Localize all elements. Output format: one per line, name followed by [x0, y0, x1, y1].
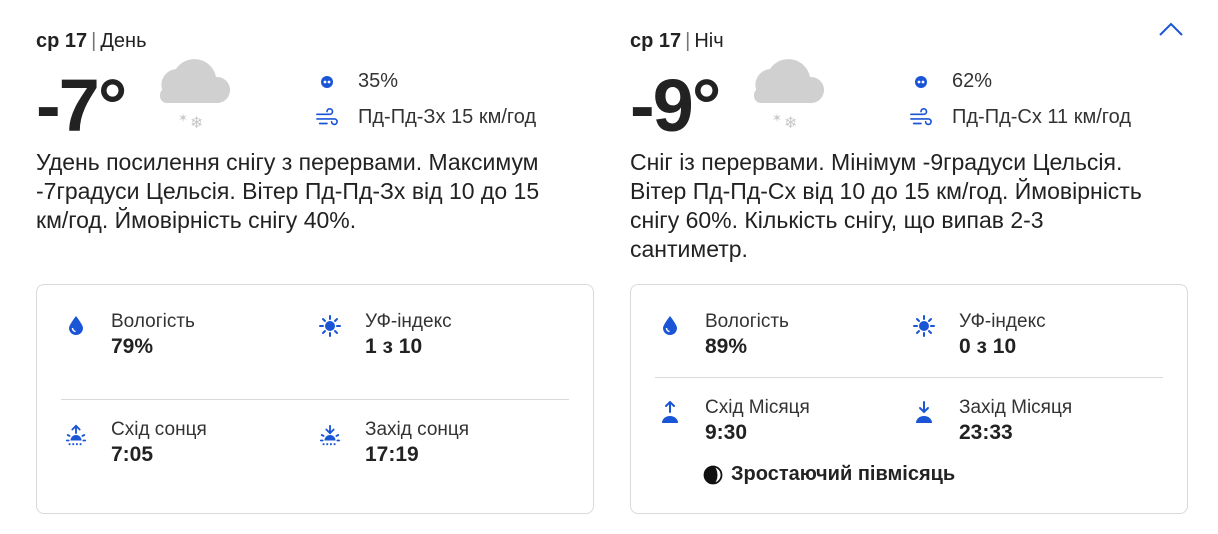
day-temperature: -7° [36, 64, 127, 147]
sunset-icon [319, 423, 341, 447]
night-wind: Пд-Пд-Сх 11 км/год [910, 106, 1131, 129]
cloud-snow-icon: ✶ ❄ [754, 59, 825, 132]
svg-text:✶: ✶ [772, 111, 782, 125]
svg-text:✶: ✶ [178, 111, 188, 125]
night-date: ср 17 [630, 30, 682, 52]
sunrise-icon [65, 423, 87, 447]
moonrise-value: 9:30 [705, 421, 748, 444]
precipitation-icon [316, 71, 338, 93]
night-moonset: Захід Місяця 23:33 [913, 397, 1072, 447]
night-details-card: Вологість 89% УФ-індекс 0 з 10 Схід Міся… [630, 284, 1188, 514]
night-humidity: Вологість 89% [659, 311, 789, 361]
day-sunrise: Схід сонця 7:05 [65, 419, 207, 469]
day-wind: Пд-Пд-Зх 15 км/год [316, 106, 536, 129]
divider [655, 377, 1163, 378]
sunrise-value: 7:05 [111, 443, 154, 466]
sunset-value: 17:19 [365, 443, 419, 466]
sunset-label: Захід сонця [365, 419, 470, 440]
night-precipitation: 62% [910, 70, 992, 93]
separator: | [91, 30, 97, 52]
humidity-icon [659, 315, 681, 339]
day-humidity: Вологість 79% [65, 311, 195, 361]
humidity-value: 79% [111, 335, 154, 358]
precipitation-icon [910, 71, 932, 93]
night-forecast-panel: ср 17 | Ніч -9° ✶ ❄ 62% Пд-Пд-Сх 11 км/год… [630, 0, 1190, 534]
moonset-label: Захід Місяця [959, 397, 1073, 418]
day-precipitation: 35% [316, 70, 398, 93]
day-description: Удень посилення снігу з перервами. Макси… [36, 149, 540, 233]
day-date-line: ср 17 | День [36, 30, 147, 53]
moonrise-icon [659, 401, 681, 425]
day-date: ср 17 [36, 30, 88, 52]
divider [61, 399, 569, 400]
uv-value: 1 з 10 [365, 335, 423, 358]
moon-phase-label: Зростаючий півмісяць [731, 463, 956, 485]
day-sunset: Захід сонця 17:19 [319, 419, 469, 469]
wind-icon [316, 107, 338, 129]
night-temperature: -9° [630, 64, 721, 147]
night-wind-value: Пд-Пд-Сх 11 км/год [952, 106, 1131, 128]
sun-icon [913, 315, 935, 339]
night-description: Сніг із перервами. Мінімум -9градуси Цел… [630, 149, 1142, 262]
wind-icon [910, 107, 932, 129]
moon-phase-icon [703, 465, 723, 484]
day-details-card: Вологість 79% УФ-індекс 1 з 10 Схід сонц… [36, 284, 594, 514]
uv-value: 0 з 10 [959, 335, 1017, 358]
uv-label: УФ-індекс [365, 311, 452, 332]
day-wind-value: Пд-Пд-Зх 15 км/год [358, 106, 537, 128]
night-date-line: ср 17 | Ніч [630, 30, 724, 53]
night-precip-value: 62% [952, 70, 993, 92]
day-forecast-panel: ср 17 | День -7° ✶ ❄ 35% Пд-Пд-Зх 15 км/го… [36, 0, 596, 534]
humidity-label: Вологість [111, 311, 195, 332]
night-period: Ніч [694, 30, 724, 52]
day-precip-value: 35% [358, 70, 399, 92]
night-moonrise: Схід Місяця 9:30 [659, 397, 810, 447]
sunrise-label: Схід сонця [111, 419, 207, 440]
humidity-label: Вологість [705, 311, 789, 332]
cloud-snow-icon: ✶ ❄ [160, 59, 231, 132]
sun-icon [319, 315, 341, 339]
moonset-value: 23:33 [959, 421, 1013, 444]
svg-text:❄: ❄ [190, 113, 203, 132]
moonrise-label: Схід Місяця [705, 397, 810, 418]
humidity-icon [65, 315, 87, 339]
day-period: День [100, 30, 147, 52]
uv-label: УФ-індекс [959, 311, 1046, 332]
moon-phase: Зростаючий півмісяць [703, 463, 955, 486]
svg-text:❄: ❄ [784, 113, 797, 132]
humidity-value: 89% [705, 335, 748, 358]
night-uv-index: УФ-індекс 0 з 10 [913, 311, 1046, 361]
moonset-icon [913, 401, 935, 425]
separator: | [685, 30, 691, 52]
day-uv-index: УФ-індекс 1 з 10 [319, 311, 452, 361]
